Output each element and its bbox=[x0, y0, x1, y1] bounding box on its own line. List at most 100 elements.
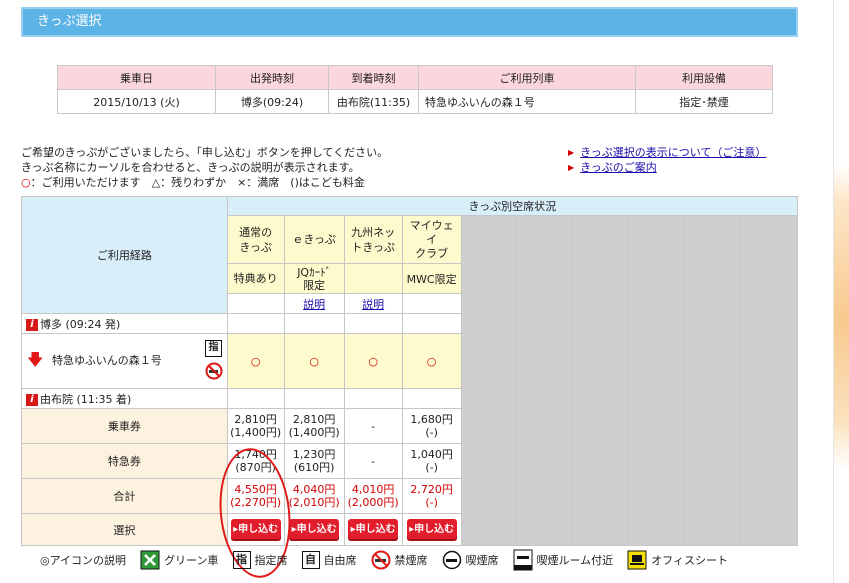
arrow-down-icon: 🡇 bbox=[27, 350, 44, 369]
fare-cell: - bbox=[343, 408, 403, 444]
green-car-icon bbox=[140, 550, 160, 570]
no-smoking-icon bbox=[205, 362, 223, 380]
legend-item-unreserved: 自 自由席 bbox=[301, 551, 357, 569]
ticket-type-kyushu-net[interactable]: 九州ネッ トきっぷ bbox=[343, 215, 403, 264]
train-name: 特急ゆふいんの森１号 bbox=[52, 354, 162, 367]
header-train: ご利用列車 bbox=[418, 65, 636, 90]
ticket-type-e[interactable]: ｅきっぷ bbox=[283, 215, 345, 264]
availability-e: ○ bbox=[283, 333, 345, 389]
legend-item-green-car: グリーン車 bbox=[140, 550, 219, 570]
blank-cell bbox=[401, 313, 462, 334]
total-cell: 4,040円 (2,010円) bbox=[283, 478, 345, 514]
empty-column bbox=[740, 215, 798, 546]
legend-label: 自由席 bbox=[323, 554, 357, 567]
arrival-text: 由布院 (11:35 着) bbox=[40, 392, 132, 406]
fee-cell: 1,740円 (870円) bbox=[226, 443, 285, 479]
legend-item-no-smoking: 禁煙席 bbox=[371, 550, 428, 570]
total-cell: 4,550円 (2,270円) bbox=[226, 478, 285, 514]
reserved-seat-icon: 指 bbox=[205, 340, 222, 357]
header-arrival-time: 到着時刻 bbox=[328, 65, 419, 90]
info-icon[interactable]: i bbox=[26, 318, 38, 331]
legend-item-reserved: 指 指定席 bbox=[232, 551, 288, 569]
fee-cell: 1,040円 (-) bbox=[401, 443, 462, 479]
empty-column bbox=[516, 215, 574, 546]
empty-column bbox=[460, 215, 518, 546]
route-header: ご利用経路 bbox=[21, 196, 228, 314]
instructions: ご希望のきっぷがございましたら、「申し込む」ボタンを押してください。 きっぷ名称… bbox=[21, 145, 388, 190]
empty-column bbox=[628, 215, 686, 546]
legend-label: 喫煙席 bbox=[465, 554, 499, 567]
office-seat-icon bbox=[627, 550, 647, 570]
no-smoking-icon bbox=[371, 550, 391, 570]
ticket-guide-link[interactable]: きっぷのご案内 bbox=[580, 160, 657, 175]
reserved-seat-icon: 指 bbox=[232, 551, 251, 569]
e-ticket-description-link[interactable]: 説明 bbox=[303, 298, 325, 311]
fee-cell: - bbox=[343, 443, 403, 479]
availability-header: きっぷ別空席状況 bbox=[226, 196, 799, 216]
blank-cell bbox=[226, 313, 285, 334]
instruction-line-2: きっぷ名称にカーソルを合わせると、きっぷの説明が表示されます。 bbox=[21, 161, 360, 174]
ticket-sub-e: JQｶｰﾄﾞ 限定 bbox=[283, 263, 345, 294]
kyushu-net-description-link[interactable]: 説明 bbox=[362, 298, 384, 311]
ticket-table: ご利用経路 きっぷ別空席状況 通常の きっぷ ｅきっぷ 九州ネッ トきっぷ マイ… bbox=[21, 196, 799, 546]
ticket-sub-kyushu-net bbox=[343, 263, 403, 294]
triangle-icon: ▶ bbox=[568, 148, 575, 157]
legend-item-smoking: 喫煙席 bbox=[442, 550, 499, 570]
fare-cell: 1,680円 (-) bbox=[401, 408, 462, 444]
legend-label: 喫煙ルーム付近 bbox=[536, 554, 614, 567]
blank-cell bbox=[401, 388, 462, 409]
info-icon[interactable]: i bbox=[26, 393, 38, 406]
ticket-type-regular[interactable]: 通常の きっぷ bbox=[226, 215, 285, 264]
header-facility: 利用設備 bbox=[635, 65, 773, 90]
fare-label: 乗車券 bbox=[21, 408, 228, 444]
blank-cell bbox=[226, 388, 285, 409]
facility: 指定･禁煙 bbox=[635, 89, 773, 114]
ticket-type-myway-club[interactable]: マイウェ イ クラブ bbox=[401, 215, 462, 264]
header-boarding-date: 乗車日 bbox=[57, 65, 216, 90]
boarding-date: 2015/10/13 (火) bbox=[57, 89, 216, 114]
legend-item-office-seat: オフィスシート bbox=[627, 550, 728, 570]
display-note-link[interactable]: きっぷ選択の表示について（ご注意） bbox=[580, 145, 766, 160]
legend-label: 禁煙席 bbox=[394, 554, 428, 567]
triangle-icon: ▶ bbox=[568, 163, 575, 172]
desc-cell bbox=[226, 293, 285, 314]
departure-time: 博多(09:24) bbox=[215, 89, 329, 114]
express-fee-label: 特急券 bbox=[21, 443, 228, 479]
legend-label: グリーン車 bbox=[164, 554, 219, 567]
select-label: 選択 bbox=[21, 513, 228, 546]
legend-label: オフィスシート bbox=[651, 554, 728, 567]
apply-button-myway-club[interactable]: ▸申し込む bbox=[406, 518, 457, 541]
blank-cell bbox=[343, 388, 403, 409]
blank-cell bbox=[283, 388, 345, 409]
empty-column bbox=[684, 215, 742, 546]
availability-regular: ○ bbox=[226, 333, 285, 389]
trip-info-table: 乗車日 出発時刻 到着時刻 ご利用列車 利用設備 2015/10/13 (火) … bbox=[57, 65, 773, 114]
apply-button-regular[interactable]: ▸申し込む bbox=[230, 518, 281, 541]
legend-item-smoking-room: 喫煙ルーム付近 bbox=[513, 549, 614, 571]
apply-button-e[interactable]: ▸申し込む bbox=[289, 518, 340, 541]
availability-myway-club: ○ bbox=[401, 333, 462, 389]
blank-cell bbox=[283, 313, 345, 334]
desc-cell bbox=[401, 293, 462, 314]
total-label: 合計 bbox=[21, 478, 228, 514]
train-row: 🡇 特急ゆふいんの森１号 指 bbox=[21, 333, 228, 389]
legend-label: 指定席 bbox=[254, 554, 288, 567]
smoking-room-icon bbox=[513, 549, 533, 571]
available-mark: ○ bbox=[21, 176, 31, 189]
arrival-station: i 由布院 (11:35 着) bbox=[21, 388, 228, 409]
instruction-line-3: ○：ご利用いただけます △：残りわずか ×：満席 ()はこども料金 bbox=[21, 175, 388, 190]
icon-legend: ◎アイコンの説明 グリーン車 指 指定席 自 自由席 禁煙席 喫煙席 喫煙ルーム… bbox=[40, 548, 742, 572]
legend-text: ：ご利用いただけます △：残りわずか ×：満席 ()はこども料金 bbox=[30, 176, 365, 189]
unreserved-seat-icon: 自 bbox=[301, 551, 320, 569]
apply-button-kyushu-net[interactable]: ▸申し込む bbox=[348, 518, 399, 541]
fee-cell: 1,230円 (610円) bbox=[283, 443, 345, 479]
arrival-time: 由布院(11:35) bbox=[328, 89, 419, 114]
empty-column bbox=[572, 215, 630, 546]
total-cell: 2,720円 (-) bbox=[401, 478, 462, 514]
instruction-line-1: ご希望のきっぷがございましたら、「申し込む」ボタンを押してください。 bbox=[21, 146, 389, 159]
page-title: きっぷ選択 bbox=[21, 7, 798, 37]
ticket-sub-regular: 特典あり bbox=[226, 263, 285, 294]
total-cell: 4,010円 (2,000円) bbox=[343, 478, 403, 514]
fare-cell: 2,810円 (1,400円) bbox=[283, 408, 345, 444]
right-decoration bbox=[833, 0, 849, 583]
